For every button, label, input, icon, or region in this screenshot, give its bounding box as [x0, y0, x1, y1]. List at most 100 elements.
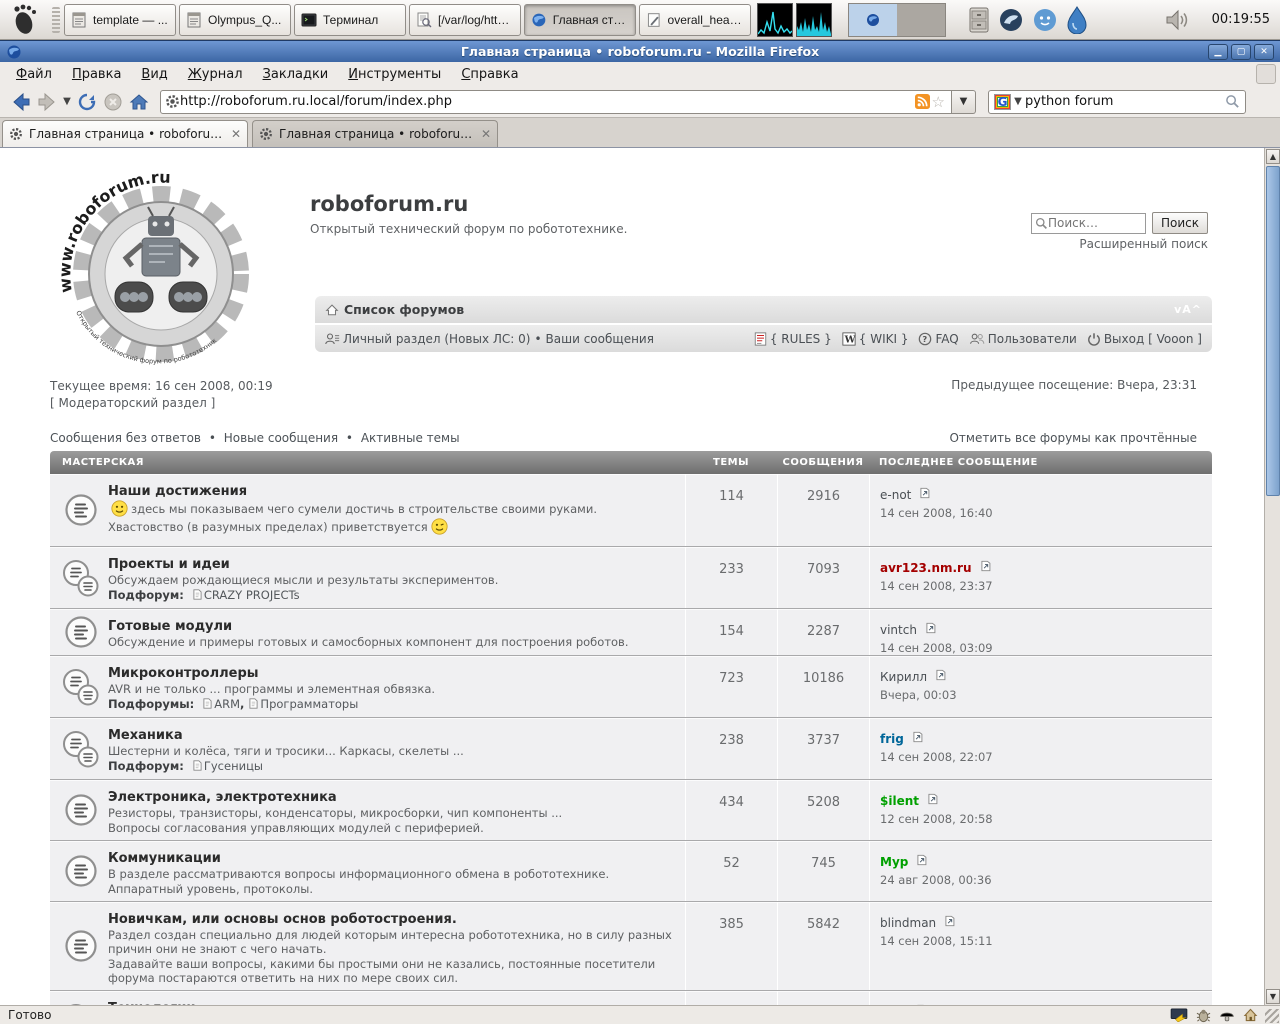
private-section-link[interactable]: Личный раздел (Новых ЛС: 0) [343, 332, 530, 346]
site-logo[interactable]: www.roboforum.ru Открытый технический фо… [58, 162, 258, 372]
chat-icon[interactable] [1032, 7, 1058, 33]
search-engine-dropdown[interactable]: ▼ [1011, 96, 1025, 107]
forum-title-link[interactable]: Готовые модули [108, 619, 232, 634]
close-button[interactable]: ✕ [1254, 44, 1274, 60]
url-input[interactable] [180, 94, 915, 109]
last-post-author-link[interactable]: Кирилл [880, 670, 927, 684]
stop-button[interactable] [100, 89, 126, 115]
scroll-up-arrow[interactable]: ▲ [1266, 149, 1280, 164]
mark-forums-read-link[interactable]: Отметить все форумы как прочтённые [949, 431, 1197, 445]
quicklink[interactable]: Активные темы [361, 431, 460, 445]
resize-grip[interactable] [1265, 1009, 1279, 1023]
wiki-link[interactable]: W { WIKI } [842, 332, 909, 346]
extension-mushroom-icon[interactable] [1219, 1009, 1235, 1022]
menu-history[interactable]: Журнал [178, 64, 253, 85]
members-link[interactable]: Пользователи [969, 332, 1077, 346]
volume-icon[interactable] [1164, 7, 1192, 33]
home-extension-icon[interactable] [1243, 1008, 1258, 1022]
last-post-author-link[interactable]: vintch [880, 623, 917, 637]
forum-title-link[interactable]: Коммуникации [108, 851, 221, 866]
menu-view[interactable]: Вид [131, 64, 177, 85]
url-dropdown-button[interactable]: ▼ [952, 90, 976, 114]
scrollbar-thumb[interactable] [1266, 166, 1280, 496]
menu-tools[interactable]: Инструменты [338, 64, 451, 85]
forum-title-link[interactable]: Проекты и идеи [108, 557, 230, 572]
window-titlebar[interactable]: Главная страница • roboforum.ru - Mozill… [0, 40, 1280, 62]
download-manager-icon[interactable] [1170, 1008, 1188, 1022]
vertical-scrollbar[interactable]: ▲ ▼ [1264, 148, 1280, 1005]
last-post-author-link[interactable]: blindman [880, 916, 936, 930]
subforum-link[interactable]: CRAZY PROJECTs [204, 588, 300, 602]
system-monitor-cpu-graph[interactable] [757, 3, 793, 37]
wolf-app-icon[interactable] [998, 7, 1024, 33]
subforum-link[interactable]: Программаторы [260, 697, 358, 711]
last-post-author-link[interactable]: e-not [880, 488, 911, 502]
menu-help[interactable]: Справка [451, 64, 528, 85]
taskbar-window-overall-head[interactable]: overall_head... [639, 4, 751, 36]
menu-bookmarks[interactable]: Закладки [253, 64, 339, 85]
forum-search-field[interactable] [1031, 213, 1146, 234]
firebug-icon[interactable] [1196, 1008, 1211, 1023]
last-post-icon[interactable] [981, 557, 991, 576]
home-button[interactable] [126, 89, 152, 115]
rules-link[interactable]: { RULES } [754, 332, 832, 346]
forum-title-link[interactable]: Наши достижения [108, 484, 247, 499]
magnifier-icon[interactable] [1225, 94, 1240, 109]
forum-search-input[interactable] [1048, 216, 1138, 230]
last-post-icon[interactable] [920, 484, 930, 503]
panel-clock[interactable]: 00:19:55 [1212, 12, 1270, 27]
system-monitor-net-graph[interactable] [796, 3, 832, 37]
quicklink[interactable]: Новые сообщения [224, 431, 338, 445]
search-bar[interactable]: G ▼ [988, 90, 1246, 114]
subforum-link[interactable]: ARM [214, 697, 240, 711]
last-post-icon[interactable] [945, 912, 955, 931]
quicklink[interactable]: Сообщения без ответов [50, 431, 201, 445]
forum-title-link[interactable]: Механика [108, 728, 183, 743]
font-size-control[interactable]: vA^ [1174, 303, 1202, 316]
reload-button[interactable] [74, 89, 100, 115]
bookmark-star-icon[interactable]: ☆ [932, 93, 945, 111]
url-bar[interactable]: ☆ [160, 90, 952, 114]
tab-2[interactable]: Главная страница • roboforum... ✕ [252, 120, 498, 147]
taskbar-window-template[interactable]: template — ... [64, 4, 176, 36]
applet-handle[interactable] [52, 7, 60, 33]
last-post-icon[interactable] [936, 666, 946, 685]
tab-1-active[interactable]: Главная страница • roboforum... ✕ [2, 120, 248, 147]
subforum-link[interactable]: Гусеницы [204, 759, 263, 773]
rss-icon[interactable] [915, 94, 930, 109]
tab-close-icon[interactable]: ✕ [231, 127, 241, 141]
logout-link[interactable]: Выход [ Vooon ] [1087, 332, 1202, 346]
last-post-author-link[interactable]: $ilent [880, 794, 919, 808]
workspace-2[interactable] [897, 4, 945, 36]
forum-title-link[interactable]: Новичкам, или основы основ роботостроени… [108, 912, 457, 927]
forward-button[interactable] [34, 89, 60, 115]
water-drop-icon[interactable] [1066, 6, 1088, 34]
maximize-button[interactable]: ▢ [1231, 44, 1251, 60]
minimize-button[interactable]: ▁ [1208, 44, 1228, 60]
last-post-author-link[interactable]: Мур [880, 855, 908, 869]
taskbar-window-firefox-active[interactable]: Главная стр... [524, 4, 636, 36]
site-title-link[interactable]: roboforum.ru [310, 192, 468, 216]
history-dropdown[interactable]: ▼ [60, 96, 74, 107]
last-post-icon[interactable] [928, 790, 938, 809]
forum-title-link[interactable]: Микроконтроллеры [108, 666, 259, 681]
forum-search-button[interactable]: Поиск [1152, 212, 1208, 234]
faq-link[interactable]: ? FAQ [918, 332, 958, 346]
moderator-section-link[interactable]: [ Модераторский раздел ] [50, 395, 273, 412]
back-button[interactable] [8, 89, 34, 115]
menu-file[interactable]: Файл [6, 64, 62, 85]
forum-title-link[interactable]: Электроника, электротехника [108, 790, 337, 805]
scroll-down-arrow[interactable]: ▼ [1266, 989, 1280, 1004]
last-post-icon[interactable] [917, 851, 927, 870]
web-search-input[interactable] [1025, 94, 1225, 109]
last-post-author-link[interactable]: avr123.nm.ru [880, 561, 972, 575]
last-post-icon[interactable] [926, 619, 936, 638]
tab-close-icon[interactable]: ✕ [481, 127, 491, 141]
category-title[interactable]: МАСТЕРСКАЯ [50, 457, 685, 468]
last-post-icon[interactable] [913, 728, 923, 747]
taskbar-window-terminal[interactable]: Терминал [294, 4, 406, 36]
taskbar-window-logviewer[interactable]: [/var/log/http... [409, 4, 521, 36]
your-posts-link[interactable]: Ваши сообщения [546, 332, 654, 346]
file-cabinet-icon[interactable] [968, 7, 990, 33]
taskbar-window-olympus[interactable]: Olympus_Q... [179, 4, 291, 36]
